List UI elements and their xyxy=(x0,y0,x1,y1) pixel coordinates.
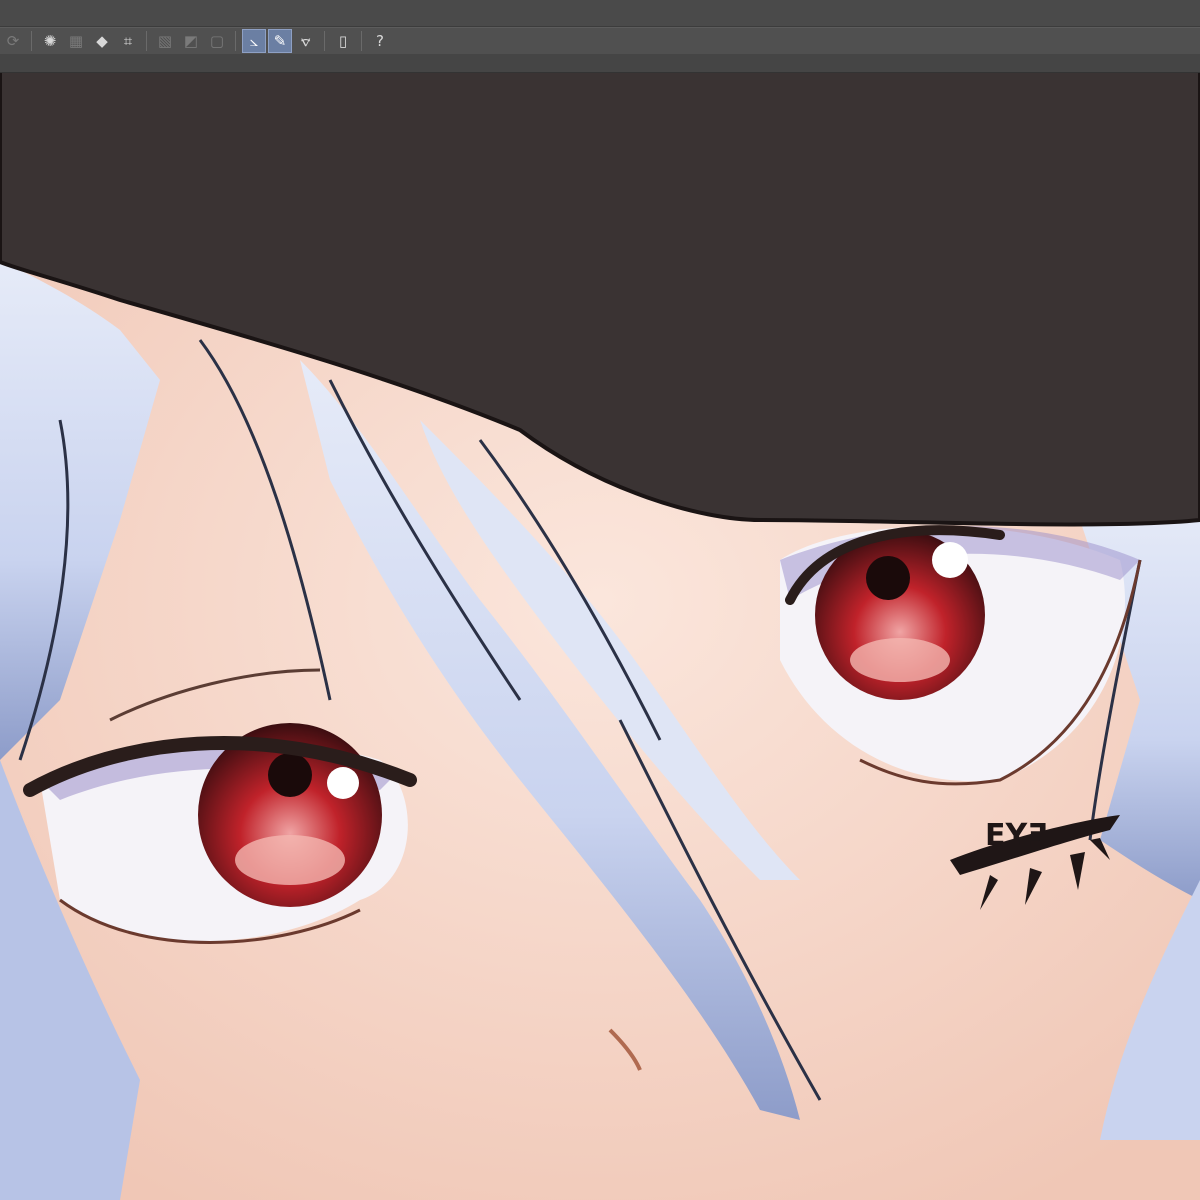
toolbar-divider xyxy=(361,31,362,51)
toolbar-divider xyxy=(146,31,147,51)
cheek-mark-text: EYƎ xyxy=(985,818,1048,853)
brush-stabilizer-icon[interactable]: ✎ xyxy=(268,29,292,53)
toolbar-divider xyxy=(235,31,236,51)
help-lasso-icon[interactable]: ? xyxy=(368,29,392,53)
toolbar-divider xyxy=(324,31,325,51)
redo-icon[interactable]: ⟳ xyxy=(1,29,25,53)
hatch-pattern-icon[interactable]: ▧ xyxy=(153,29,177,53)
secondary-bar xyxy=(0,54,1200,73)
command-toolbar: ⟳ ✺ ▦ ◆ ⌗ ▧ ◩ ▢ ⦣ ✎ ⦡ ▯ ? xyxy=(0,27,1200,55)
transform-icon[interactable]: ⌗ xyxy=(116,29,140,53)
artwork-illustration: EYƎ xyxy=(0,73,1200,1200)
toolbar-divider xyxy=(31,31,32,51)
drawing-canvas[interactable]: EYƎ xyxy=(0,73,1200,1200)
device-icon[interactable]: ▯ xyxy=(331,29,355,53)
window-top-bar xyxy=(0,0,1200,27)
gradient-icon[interactable]: ◩ xyxy=(179,29,203,53)
selection-grid-icon[interactable]: ▦ xyxy=(64,29,88,53)
frame-icon[interactable]: ▢ xyxy=(205,29,229,53)
ruler-pen-icon[interactable]: ⦡ xyxy=(294,29,318,53)
sparkle-select-icon[interactable]: ✺ xyxy=(38,29,62,53)
pen-pressure-icon[interactable]: ⦣ xyxy=(242,29,266,53)
fill-bucket-icon[interactable]: ◆ xyxy=(90,29,114,53)
